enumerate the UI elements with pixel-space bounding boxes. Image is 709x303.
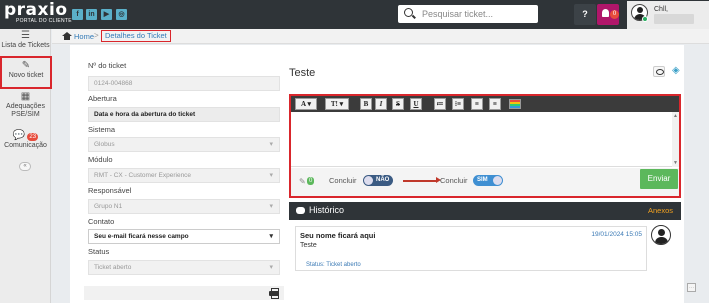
breadcrumb-home-link[interactable]: Home xyxy=(74,32,94,41)
contact-select[interactable]: Seu e-mail ficará nesse campo xyxy=(88,229,280,244)
opening-label: Abertura xyxy=(88,94,117,103)
breadcrumb: Home > Detalhes do Ticket xyxy=(52,29,709,44)
ticket-number-label: Nº do ticket xyxy=(88,61,127,70)
system-label: Sistema xyxy=(88,125,116,134)
search-input[interactable]: Pesquisar ticket... xyxy=(398,5,538,23)
history-header: Histórico Anexos xyxy=(289,202,681,220)
module-select[interactable]: RMT - CX - Customer Experience xyxy=(88,168,280,183)
bold-button[interactable]: B xyxy=(360,98,372,110)
sidebar-item-communication[interactable]: 💬 23 Comunicação xyxy=(0,131,51,150)
sidebar-item-label: Adequações PSE/SIM xyxy=(6,103,45,118)
editor-footer: ✎ 0 Concluir NÃO Concluir SIM Enviar xyxy=(291,168,679,196)
online-status-icon xyxy=(642,16,648,22)
editor-scrollbar[interactable]: ▲ ▼ xyxy=(672,112,679,167)
message-timestamp: 19/01/2024 15:05 xyxy=(591,231,642,238)
print-icon[interactable] xyxy=(269,288,279,299)
notifications-button[interactable]: 0 xyxy=(597,4,619,25)
sidebar-item-label: Novo ticket xyxy=(8,72,44,79)
search-icon xyxy=(404,8,413,17)
user-menu[interactable]: Chll, xyxy=(627,1,709,29)
chat-icon: 💬 xyxy=(12,130,26,141)
sidebar: ☰ Lista de Tickets ✎ Novo ticket ▦ Adequ… xyxy=(0,29,52,303)
bell-icon xyxy=(602,9,609,17)
calendar-icon: ▦ xyxy=(20,91,31,102)
conclude-toggle-on[interactable]: SIM xyxy=(473,175,503,186)
responsible-select[interactable]: Grupo N1 xyxy=(88,199,280,214)
bullet-list-button[interactable]: ≔ xyxy=(434,98,446,110)
conclude-label-before: Concluir xyxy=(329,176,357,185)
strikethrough-button[interactable]: S xyxy=(392,98,404,110)
collapse-sidebar-button[interactable]: « xyxy=(19,162,31,171)
history-title: Histórico xyxy=(309,205,345,215)
color-palette-icon[interactable] xyxy=(509,99,521,109)
instagram-icon[interactable]: ◎ xyxy=(116,9,127,20)
status-label: Status xyxy=(88,247,110,256)
print-bar xyxy=(84,286,284,300)
logo-word: praxio xyxy=(4,0,68,20)
indent-button[interactable]: ≡ xyxy=(489,98,501,110)
scroll-to-top-button[interactable]: ··· xyxy=(687,283,696,292)
font-size-button[interactable]: T! ▾ xyxy=(325,98,349,110)
conclude-label-after: Concluir xyxy=(440,176,468,185)
praxio-logo[interactable]: praxio PORTAL DO CLIENTE xyxy=(4,0,72,25)
home-icon xyxy=(62,32,72,40)
arrow-icon xyxy=(403,177,441,183)
youtube-icon[interactable]: ▶ xyxy=(101,9,112,20)
list-icon: ☰ xyxy=(21,30,30,41)
sidebar-item-label: Comunicação xyxy=(4,142,47,149)
sidebar-item-adequacoes[interactable]: ▦ Adequações PSE/SIM xyxy=(0,92,51,119)
outdent-button[interactable]: ≡ xyxy=(471,98,483,110)
italic-button[interactable]: I xyxy=(375,98,387,110)
breadcrumb-current[interactable]: Detalhes do Ticket xyxy=(101,30,171,42)
sidebar-item-new-ticket[interactable]: ✎ Novo ticket xyxy=(0,56,52,89)
chat-icon xyxy=(296,207,305,214)
responsible-label: Responsável xyxy=(88,186,132,195)
numbered-list-button[interactable]: ⁝≡ xyxy=(452,98,464,110)
top-bar: praxio PORTAL DO CLIENTE f in ▶ ◎ Pesqui… xyxy=(0,0,709,29)
system-select[interactable]: Globus xyxy=(88,137,280,152)
editor-textarea[interactable] xyxy=(291,112,679,167)
breadcrumb-separator: > xyxy=(94,31,99,40)
message-author: Seu nome ficará aqui xyxy=(300,231,376,240)
ticket-title: Teste xyxy=(289,67,316,79)
sidebar-item-label: Lista de Tickets xyxy=(1,42,50,49)
contact-label: Contato xyxy=(88,217,115,226)
message-status: Status: Ticket aberto xyxy=(306,262,361,268)
notification-count: 0 xyxy=(610,10,619,19)
editor-toolbar: A ▾ T! ▾ B I S U ≔ ⁝≡ ≡ ≡ xyxy=(291,96,679,112)
view-button[interactable] xyxy=(653,66,665,77)
message-avatar xyxy=(651,225,671,245)
user-menu-placeholder xyxy=(654,14,694,24)
attachment-count: 0 xyxy=(307,177,315,185)
scroll-up-icon[interactable]: ▲ xyxy=(673,113,678,119)
ticket-number-field: 0124-004868 xyxy=(88,76,280,91)
logo-subtitle: PORTAL DO CLIENTE xyxy=(16,18,72,24)
search-placeholder: Pesquisar ticket... xyxy=(422,9,494,19)
status-select[interactable]: Ticket aberto xyxy=(88,260,280,275)
attachment-icon[interactable]: ✎ xyxy=(299,177,306,186)
ticket-details-panel: Nº do ticket 0124-004868 Abertura Data e… xyxy=(70,45,684,303)
reply-editor: A ▾ T! ▾ B I S U ≔ ⁝≡ ≡ ≡ ▲ ▼ ✎ 0 Conclu… xyxy=(289,94,681,198)
tag-icon[interactable]: ◈ xyxy=(672,66,680,76)
message-text: Teste xyxy=(300,242,317,249)
linkedin-icon[interactable]: in xyxy=(86,9,97,20)
history-message: Seu nome ficará aqui 19/01/2024 15:05 Te… xyxy=(295,226,647,271)
scroll-down-icon[interactable]: ▼ xyxy=(673,160,678,166)
help-button[interactable]: ? xyxy=(574,4,596,25)
attachments-link[interactable]: Anexos xyxy=(648,206,673,215)
module-label: Módulo xyxy=(88,155,113,164)
communication-badge: 23 xyxy=(27,133,39,141)
sidebar-item-ticket-list[interactable]: ☰ Lista de Tickets xyxy=(0,31,51,50)
edit-icon: ✎ xyxy=(21,60,31,71)
opening-field: Data e hora da abertura do ticket xyxy=(88,107,280,122)
facebook-icon[interactable]: f xyxy=(72,9,83,20)
user-name: Chll, xyxy=(654,6,669,13)
font-color-button[interactable]: A ▾ xyxy=(295,98,317,110)
send-button[interactable]: Enviar xyxy=(640,169,678,189)
conclude-toggle-off[interactable]: NÃO xyxy=(363,175,393,186)
underline-button[interactable]: U xyxy=(410,98,422,110)
